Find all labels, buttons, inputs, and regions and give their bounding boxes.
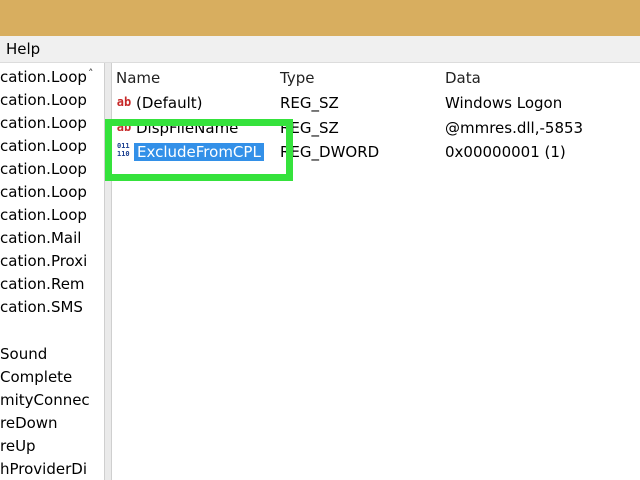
pane-splitter[interactable] <box>104 63 112 480</box>
tree-item[interactable]: hProviderDi <box>0 459 87 479</box>
values-list: Name Type Data ab (Default) REG_SZ Windo… <box>112 63 640 480</box>
tree-item[interactable]: cation.Loop <box>0 205 87 225</box>
tree-item[interactable]: cation.Mail <box>0 228 81 248</box>
window-titlebar <box>0 0 640 36</box>
tree-item[interactable]: cation.Loop <box>0 67 87 87</box>
tree-item[interactable]: mityConnec <box>0 390 90 410</box>
value-name: (Default) <box>136 94 203 112</box>
tree-item[interactable]: cation.Loop <box>0 182 87 202</box>
string-value-icon: ab <box>116 95 132 109</box>
value-data: @mmres.dll,-5853 <box>445 119 584 137</box>
tree-item[interactable]: Complete <box>0 367 72 387</box>
tree-item[interactable]: cation.Loop <box>0 136 87 156</box>
string-value-icon: ab <box>116 120 132 134</box>
value-type: REG_SZ <box>280 119 339 137</box>
value-data: Windows Logon <box>445 94 563 112</box>
value-type: REG_SZ <box>280 94 339 112</box>
value-type: REG_DWORD <box>280 143 380 161</box>
tree-item[interactable]: reDown <box>0 413 58 433</box>
value-name-selected[interactable]: ExcludeFromCPL <box>134 143 264 161</box>
binary-value-icon: 011 110 <box>117 142 130 158</box>
tree-item[interactable]: cation.SMS <box>0 297 83 317</box>
column-header-data[interactable]: Data <box>445 69 481 87</box>
menu-bar: Help <box>0 36 640 63</box>
scroll-up-icon[interactable]: ˄ <box>88 67 94 80</box>
tree-item[interactable]: cation.Rem <box>0 274 85 294</box>
value-name: DispFileName <box>136 119 239 137</box>
value-data: 0x00000001 (1) <box>445 143 566 161</box>
menu-help[interactable]: Help <box>6 40 40 58</box>
tree-item[interactable]: cation.Loop <box>0 159 87 179</box>
tree-item[interactable]: cation.Proxi <box>0 251 87 271</box>
column-header-type[interactable]: Type <box>280 69 314 87</box>
tree-item[interactable]: Sound <box>0 344 47 364</box>
tree-item[interactable]: reUp <box>0 436 36 456</box>
registry-tree[interactable]: cation.Loop cation.Loop cation.Loop cati… <box>0 63 104 480</box>
tree-item[interactable]: cation.Loop <box>0 90 87 110</box>
column-header-name[interactable]: Name <box>116 69 160 87</box>
tree-item[interactable]: cation.Loop <box>0 113 87 133</box>
